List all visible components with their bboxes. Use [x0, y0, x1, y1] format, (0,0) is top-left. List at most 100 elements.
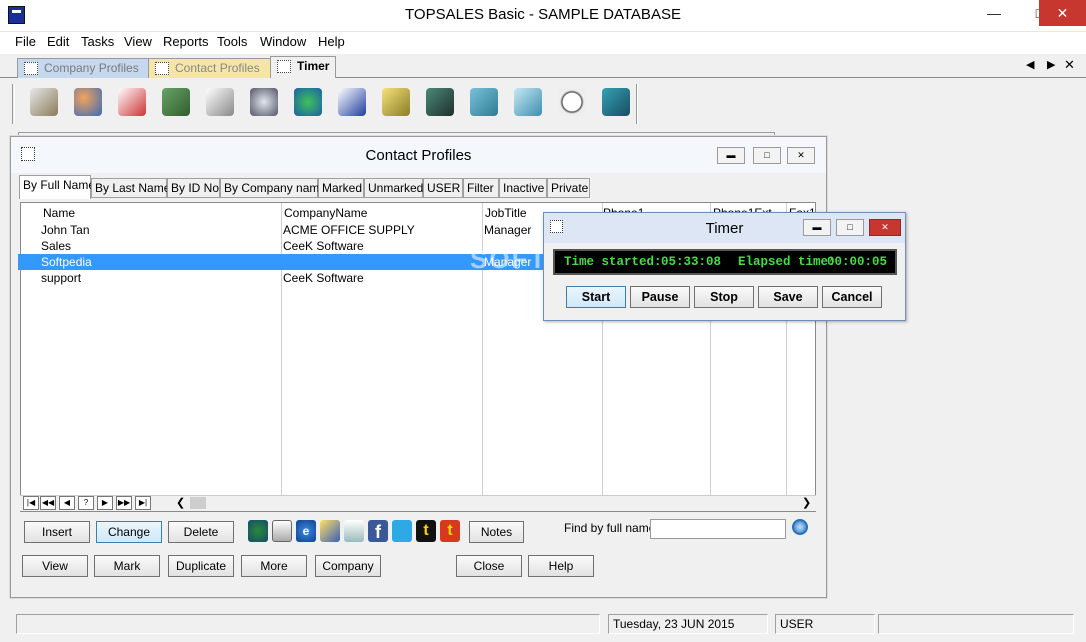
- status-panel-message: [16, 614, 600, 634]
- calculator-toolbar-icon[interactable]: [598, 84, 634, 122]
- mark-button[interactable]: Mark: [94, 555, 160, 577]
- next-record-icon[interactable]: ▶: [97, 496, 113, 510]
- contacts-toolbar-icon[interactable]: [70, 84, 106, 122]
- tab-close-icon[interactable]: ✕: [1064, 57, 1075, 73]
- find-by-full-name-input[interactable]: [650, 519, 786, 539]
- search-icon[interactable]: [792, 519, 808, 535]
- tab-prev-icon[interactable]: ◀: [1026, 58, 1034, 71]
- companies-toolbar-icon[interactable]: [26, 84, 62, 122]
- web-form-icon[interactable]: [344, 520, 364, 542]
- view-button[interactable]: View: [22, 555, 88, 577]
- bank-toolbar-icon[interactable]: [422, 84, 458, 122]
- last-record-icon[interactable]: ▶|: [135, 496, 151, 510]
- change-button[interactable]: Change: [96, 521, 162, 543]
- tab-contact-profiles[interactable]: Contact Profiles: [148, 58, 272, 78]
- cell-company: CeeK Software: [283, 271, 364, 285]
- toolbar-separator: [636, 84, 638, 124]
- help-button[interactable]: Help: [528, 555, 594, 577]
- tab-inactive[interactable]: Inactive: [499, 178, 547, 198]
- card-toolbar-icon[interactable]: [158, 84, 194, 122]
- facebook-icon[interactable]: f: [368, 520, 388, 542]
- more-button[interactable]: More: [241, 555, 307, 577]
- form-icon: [277, 60, 291, 73]
- prev-page-icon[interactable]: ◀◀: [40, 496, 56, 510]
- tab-by-full-name[interactable]: By Full Name: [19, 175, 95, 199]
- time-started-value: 05:33:08: [661, 255, 722, 269]
- timer-titlebar: Timer ▬ □ ✕: [544, 213, 905, 243]
- duplicate-button[interactable]: Duplicate: [168, 555, 234, 577]
- scroll-thumb[interactable]: [190, 497, 206, 509]
- close-icon[interactable]: ✕: [787, 147, 815, 164]
- notes-button[interactable]: Notes: [469, 521, 524, 543]
- menu-view[interactable]: View: [124, 34, 152, 49]
- help-record-icon[interactable]: ?: [78, 496, 94, 510]
- tumblr-black-icon[interactable]: t: [416, 520, 436, 542]
- menu-window[interactable]: Window: [260, 34, 306, 49]
- minimize-icon[interactable]: ▬: [717, 147, 745, 164]
- tab-user[interactable]: USER: [423, 178, 463, 198]
- cell-name: support: [41, 271, 82, 285]
- maximize-icon[interactable]: □: [753, 147, 781, 164]
- menu-help[interactable]: Help: [318, 34, 345, 49]
- maximize-icon[interactable]: □: [836, 219, 864, 236]
- next-page-icon[interactable]: ▶▶: [116, 496, 132, 510]
- tab-company-profiles[interactable]: Company Profiles: [17, 58, 149, 78]
- tab-timer[interactable]: Timer: [270, 56, 336, 78]
- close-icon[interactable]: ✕: [869, 219, 901, 236]
- search-toolbar-icon[interactable]: [246, 84, 282, 122]
- sales-toolbar-icon[interactable]: [334, 84, 370, 122]
- minimize-icon[interactable]: —: [971, 0, 1017, 26]
- minimize-icon[interactable]: ▬: [803, 219, 831, 236]
- column-header-name[interactable]: Name: [43, 206, 75, 220]
- letter-toolbar-icon[interactable]: [114, 84, 150, 122]
- twitter-icon[interactable]: [392, 520, 412, 542]
- menu-tasks[interactable]: Tasks: [81, 34, 114, 49]
- find-label: Find by full name:: [564, 521, 659, 535]
- insert-button[interactable]: Insert: [24, 521, 90, 543]
- close-button[interactable]: Close: [456, 555, 522, 577]
- scroll-right-icon[interactable]: ❯: [802, 496, 811, 509]
- status-bar: Tuesday, 23 JUN 2015 USER: [0, 612, 1086, 638]
- pause-button[interactable]: Pause: [630, 286, 690, 308]
- cell-jobtitle: Manager: [484, 223, 532, 237]
- save-button[interactable]: Save: [758, 286, 818, 308]
- prev-record-icon[interactable]: ◀: [59, 496, 75, 510]
- compose-icon[interactable]: [320, 520, 340, 542]
- tab-by-last-name[interactable]: By Last Name: [91, 178, 170, 198]
- globe-icon[interactable]: [248, 520, 268, 542]
- internet-explorer-icon[interactable]: e: [296, 520, 316, 542]
- cash-register-toolbar-icon[interactable]: [378, 84, 414, 122]
- column-header-jobtitle[interactable]: JobTitle: [485, 206, 527, 220]
- email-icon[interactable]: [272, 520, 292, 542]
- first-record-icon[interactable]: |◀: [23, 496, 39, 510]
- tab-by-company-name[interactable]: By Company name: [220, 178, 326, 198]
- stopwatch-toolbar-icon[interactable]: [554, 84, 590, 122]
- cancel-button[interactable]: Cancel: [822, 286, 882, 308]
- products-toolbar-icon[interactable]: [466, 84, 502, 122]
- column-header-companyname[interactable]: CompanyName: [284, 206, 367, 220]
- start-button[interactable]: Start: [566, 286, 626, 308]
- company-button[interactable]: Company: [315, 555, 381, 577]
- menu-reports[interactable]: Reports: [163, 34, 209, 49]
- contact-profiles-title: Contact Profiles: [365, 147, 472, 164]
- tab-filter[interactable]: Filter: [463, 178, 499, 198]
- stop-button[interactable]: Stop: [694, 286, 754, 308]
- calendar-toolbar-icon[interactable]: [202, 84, 238, 122]
- cell-company: ACME OFFICE SUPPLY: [283, 223, 415, 237]
- report-toolbar-icon[interactable]: [510, 84, 546, 122]
- status-user: USER: [775, 614, 875, 634]
- cell-company: CeeK Software: [283, 239, 364, 253]
- menu-edit[interactable]: Edit: [47, 34, 69, 49]
- tab-marked[interactable]: Marked: [318, 178, 364, 198]
- tumblr-red-icon[interactable]: t: [440, 520, 460, 542]
- scroll-left-icon[interactable]: ❮: [176, 496, 185, 509]
- menu-file[interactable]: File: [15, 34, 36, 49]
- menu-tools[interactable]: Tools: [217, 34, 247, 49]
- tab-by-id-no[interactable]: By ID No: [167, 178, 220, 198]
- tab-unmarked[interactable]: Unmarked: [364, 178, 423, 198]
- close-icon[interactable]: ✕: [1039, 0, 1086, 26]
- delete-button[interactable]: Delete: [168, 521, 234, 543]
- internet-toolbar-icon[interactable]: [290, 84, 326, 122]
- tab-private[interactable]: Private: [547, 178, 590, 198]
- tab-next-icon[interactable]: ▶: [1047, 58, 1055, 71]
